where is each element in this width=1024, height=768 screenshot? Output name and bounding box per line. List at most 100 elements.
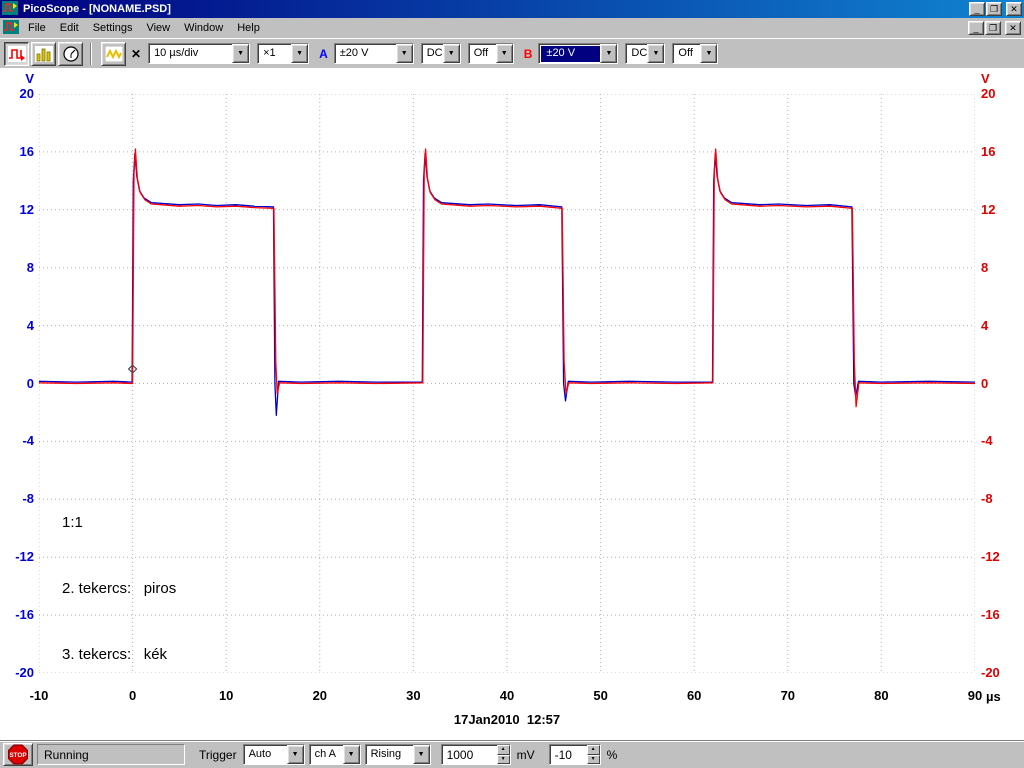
stop-button[interactable]: STOP [3, 743, 33, 766]
menu-settings[interactable]: Settings [86, 19, 140, 37]
dropdown-arrow-icon[interactable]: ▼ [291, 44, 309, 63]
spectrum-view-button[interactable] [31, 41, 56, 66]
y-axis-tick-right: 20 [981, 86, 996, 101]
trigger-threshold-spinner[interactable]: 1000 ▲ ▼ [440, 744, 511, 765]
x-axis-tick: 60 [686, 688, 702, 703]
y-axis-tick-right: -4 [981, 433, 993, 449]
spin-up-button[interactable]: ▲ [496, 745, 510, 755]
y-axis-tick-left: 4 [26, 317, 34, 333]
y-axis-tick-right: -8 [981, 491, 993, 507]
channel-b-range-value: ±20 V [541, 46, 601, 62]
y-axis-tick-left: -16 [15, 607, 34, 623]
x-axis-tick: 0 [128, 688, 137, 703]
trigger-direction-value: Rising [370, 748, 402, 760]
dropdown-arrow-icon[interactable]: ▼ [442, 44, 460, 63]
dropdown-arrow-icon[interactable]: ▼ [600, 44, 618, 63]
dropdown-arrow-icon[interactable]: ▼ [495, 44, 513, 63]
trigger-mode-value: Auto [248, 748, 272, 760]
x-axis-tick: 30 [406, 688, 421, 703]
menu-view[interactable]: View [139, 19, 177, 37]
channel-a-mode-value: Off [473, 47, 489, 59]
menu-window[interactable]: Window [177, 19, 230, 37]
meter-icon [62, 45, 79, 62]
mdi-minimize-button[interactable]: _ [968, 21, 984, 35]
x-axis-tick: 10 [218, 688, 234, 703]
channel-a-range-value: ±20 V [339, 47, 369, 59]
y-axis-tick-right: 8 [981, 259, 989, 275]
meter-view-button[interactable] [58, 41, 83, 66]
channel-b-range-select[interactable]: ±20 V ▼ [538, 43, 619, 64]
composite-view-button[interactable] [101, 41, 126, 66]
app-icon [2, 1, 18, 17]
picoscope-window: PicoScope - [NONAME.PSD] _ ❐ ✕ File Edit… [0, 0, 1024, 768]
x-axis-tick: 70 [780, 688, 796, 703]
dropdown-arrow-icon[interactable]: ▼ [286, 745, 304, 764]
restore-button[interactable]: ❐ [986, 2, 1002, 16]
spin-down-button[interactable]: ▼ [586, 754, 600, 764]
channel-b-mode-select[interactable]: Off ▼ [672, 43, 719, 64]
trigger-delay-value[interactable]: -10 [550, 745, 587, 764]
mdi-restore-button[interactable]: ❐ [985, 21, 1001, 35]
close-button[interactable]: ✕ [1006, 2, 1022, 16]
trigger-direction-select[interactable]: Rising ▼ [364, 744, 431, 765]
dropdown-arrow-icon[interactable]: ▼ [647, 44, 665, 63]
scope-view-button[interactable] [4, 41, 29, 66]
channel-a-coupling-select[interactable]: DC ▼ [420, 43, 461, 64]
close-view-button[interactable]: ✕ [131, 47, 141, 61]
spin-up-button[interactable]: ▲ [586, 745, 600, 755]
trigger-source-value: ch A [314, 748, 336, 760]
y-axis-tick-right: -16 [981, 607, 1000, 623]
pen-waveform-icon [104, 45, 123, 62]
dropdown-arrow-icon[interactable]: ▼ [412, 745, 430, 764]
y-axis-tick-left: 8 [26, 259, 34, 275]
trigger-mode-select[interactable]: Auto ▼ [242, 744, 305, 765]
dropdown-arrow-icon[interactable]: ▼ [700, 44, 718, 63]
timebase-select[interactable]: 10 µs/div ▼ [148, 43, 251, 64]
status-bar: STOP Running Trigger Auto ▼ ch A ▼ Risin… [0, 740, 1024, 768]
trigger-label: Trigger [199, 747, 237, 762]
y-axis-tick-right: 12 [981, 201, 996, 217]
menu-edit[interactable]: Edit [53, 19, 86, 37]
y-axis-tick-left: -8 [22, 491, 34, 507]
waveform-plot [39, 94, 975, 673]
capture-timestamp: 17Jan2010 12:57 [453, 712, 561, 727]
left-axis-unit: V [25, 71, 34, 86]
y-axis-tick-left: -4 [22, 433, 34, 449]
mdi-close-button[interactable]: ✕ [1005, 21, 1021, 35]
trigger-delay-spinner[interactable]: -10 ▲ ▼ [548, 744, 601, 765]
trigger-source-select[interactable]: ch A ▼ [308, 744, 361, 765]
channel-b-coupling-select[interactable]: DC ▼ [625, 43, 666, 64]
x-axis-tick: -10 [29, 688, 49, 703]
dropdown-arrow-icon[interactable]: ▼ [342, 745, 360, 764]
right-axis-unit: V [981, 71, 990, 86]
channel-b-coupling-value: DC [631, 47, 648, 59]
dropdown-arrow-icon[interactable]: ▼ [232, 44, 250, 63]
annotation-line: 1:1 [62, 514, 83, 531]
y-axis-tick-left: -12 [15, 549, 34, 565]
spectrum-icon [34, 45, 53, 62]
channel-b-mode-value: Off [678, 47, 693, 59]
svg-text:STOP: STOP [9, 752, 26, 759]
channel-a-range-select[interactable]: ±20 V ▼ [333, 43, 414, 64]
menu-help[interactable]: Help [230, 19, 267, 37]
channel-b-label: B [523, 46, 533, 61]
document-icon [3, 20, 19, 36]
x-axis-tick: 80 [874, 688, 889, 703]
channel-a-mode-select[interactable]: Off ▼ [467, 43, 514, 64]
delay-unit-label: % [606, 747, 618, 762]
multiplier-select[interactable]: ×1 ▼ [257, 43, 310, 64]
dropdown-arrow-icon[interactable]: ▼ [395, 44, 413, 63]
x-axis-tick: 40 [499, 688, 515, 703]
status-text: Running [37, 744, 185, 765]
y-axis-tick-left: 12 [19, 201, 34, 217]
annotation-line: 3. tekercs: kék [62, 646, 168, 663]
y-axis-tick-right: 16 [981, 143, 996, 159]
y-axis-tick-left: -20 [15, 665, 34, 680]
y-axis-tick-left: 0 [26, 375, 34, 391]
trigger-threshold-value[interactable]: 1000 [442, 745, 497, 764]
minimize-button[interactable]: _ [969, 2, 985, 16]
spin-down-button[interactable]: ▼ [496, 754, 510, 764]
menu-file[interactable]: File [21, 19, 53, 37]
multiplier-value: ×1 [263, 47, 276, 59]
menu-bar: File Edit Settings View Window Help _ ❐ … [0, 18, 1024, 38]
